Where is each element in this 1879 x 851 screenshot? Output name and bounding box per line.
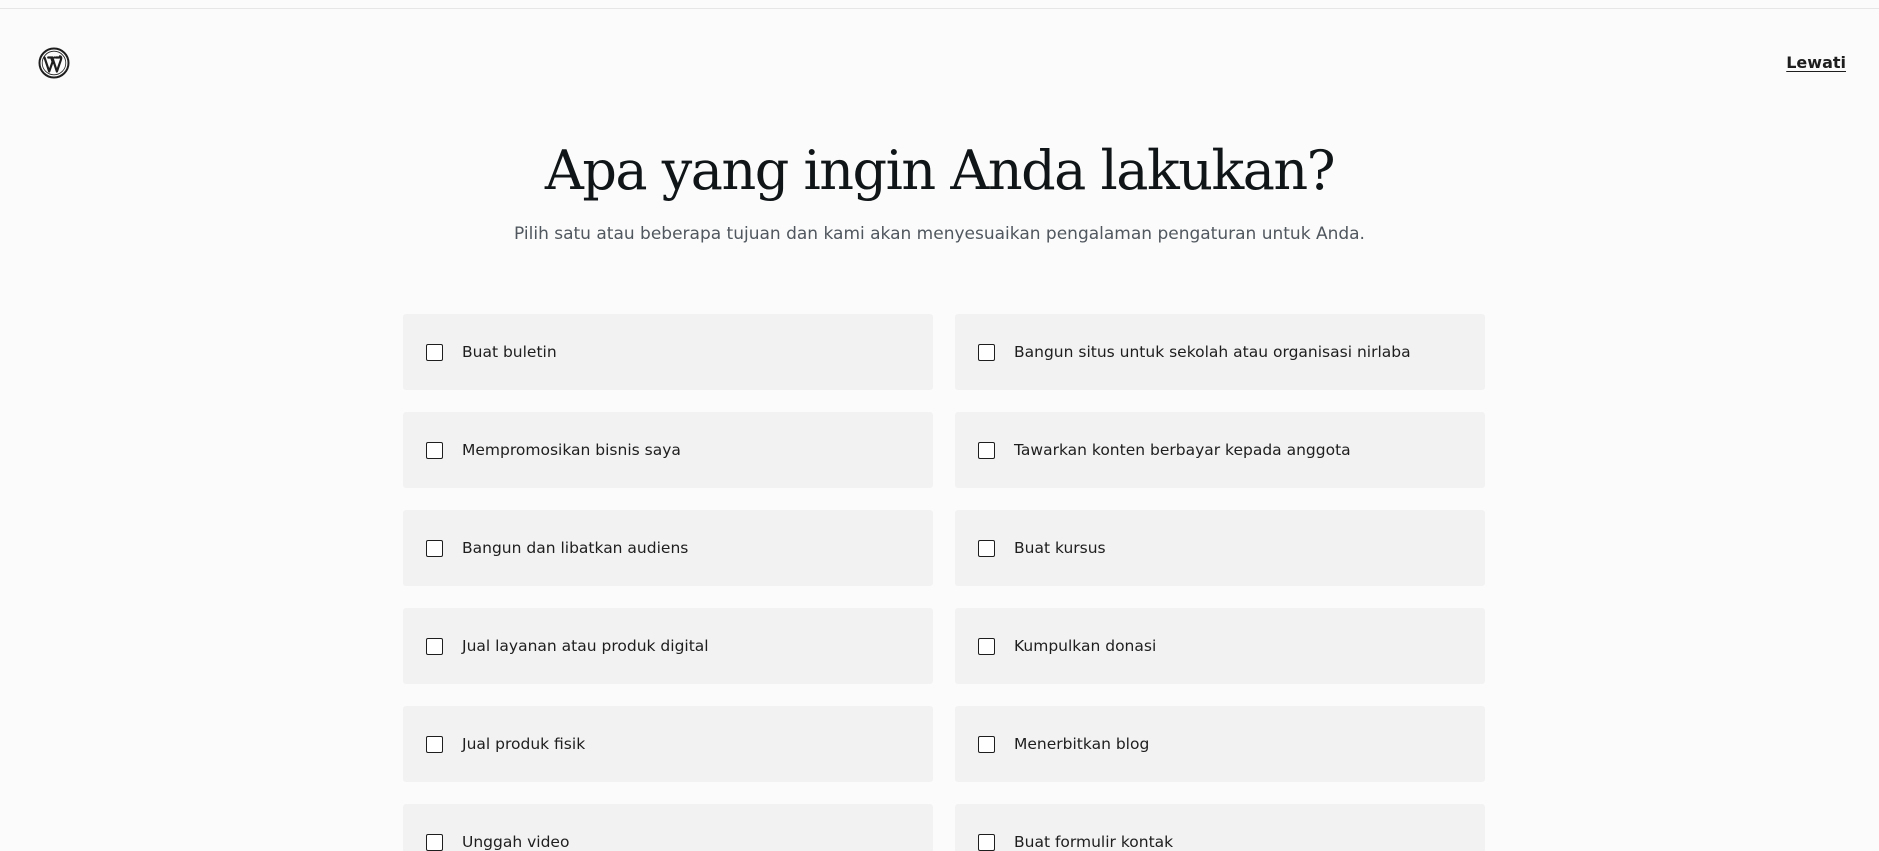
goal-option-promote-business[interactable]: Mempromosikan bisnis saya [403,412,933,488]
goal-option-collect-donations[interactable]: Kumpulkan donasi [955,608,1485,684]
goal-label: Kumpulkan donasi [1014,637,1157,655]
goal-label: Buat kursus [1014,539,1106,557]
goal-option-upload-video[interactable]: Unggah video [403,804,933,851]
goal-checkbox[interactable] [978,735,995,753]
wordpress-logo-icon[interactable] [38,47,70,79]
goal-option-sell-physical[interactable]: Jual produk fisik [403,706,933,782]
goal-checkbox[interactable] [426,637,443,655]
page-subtitle: Pilih satu atau beberapa tujuan dan kami… [514,224,1365,244]
top-divider [0,8,1879,9]
goal-label: Buat formulir kontak [1014,833,1174,851]
skip-link[interactable]: Lewati [1786,53,1846,72]
goal-option-school-nonprofit[interactable]: Bangun situs untuk sekolah atau organisa… [955,314,1485,390]
goal-label: Mempromosikan bisnis saya [462,441,681,459]
goal-option-sell-digital[interactable]: Jual layanan atau produk digital [403,608,933,684]
goal-option-build-audience[interactable]: Bangun dan libatkan audiens [403,510,933,586]
goal-label: Tawarkan konten berbayar kepada anggota [1014,441,1351,459]
goal-label: Bangun dan libatkan audiens [462,539,689,557]
goal-checkbox[interactable] [426,343,443,361]
goal-checkbox[interactable] [426,833,443,851]
goal-checkbox[interactable] [978,833,995,851]
goal-label: Bangun situs untuk sekolah atau organisa… [1014,343,1411,361]
goal-label: Jual layanan atau produk digital [462,637,709,655]
goal-option-newsletter[interactable]: Buat buletin [403,314,933,390]
goal-option-create-course[interactable]: Buat kursus [955,510,1485,586]
goal-checkbox[interactable] [426,735,443,753]
goal-label: Jual produk fisik [462,735,586,753]
goals-grid: Buat buletin Bangun situs untuk sekolah … [403,314,1485,851]
goal-option-paid-content[interactable]: Tawarkan konten berbayar kepada anggota [955,412,1485,488]
goal-checkbox[interactable] [978,343,995,361]
goal-checkbox[interactable] [978,441,995,459]
goal-label: Buat buletin [462,343,557,361]
goal-checkbox[interactable] [978,637,995,655]
page-title: Apa yang ingin Anda lakukan? [544,139,1336,202]
goal-label: Menerbitkan blog [1014,735,1150,753]
goal-option-contact-form[interactable]: Buat formulir kontak [955,804,1485,851]
goal-option-publish-blog[interactable]: Menerbitkan blog [955,706,1485,782]
goal-checkbox[interactable] [978,539,995,557]
goal-label: Unggah video [462,833,570,851]
goal-checkbox[interactable] [426,539,443,557]
goal-checkbox[interactable] [426,441,443,459]
